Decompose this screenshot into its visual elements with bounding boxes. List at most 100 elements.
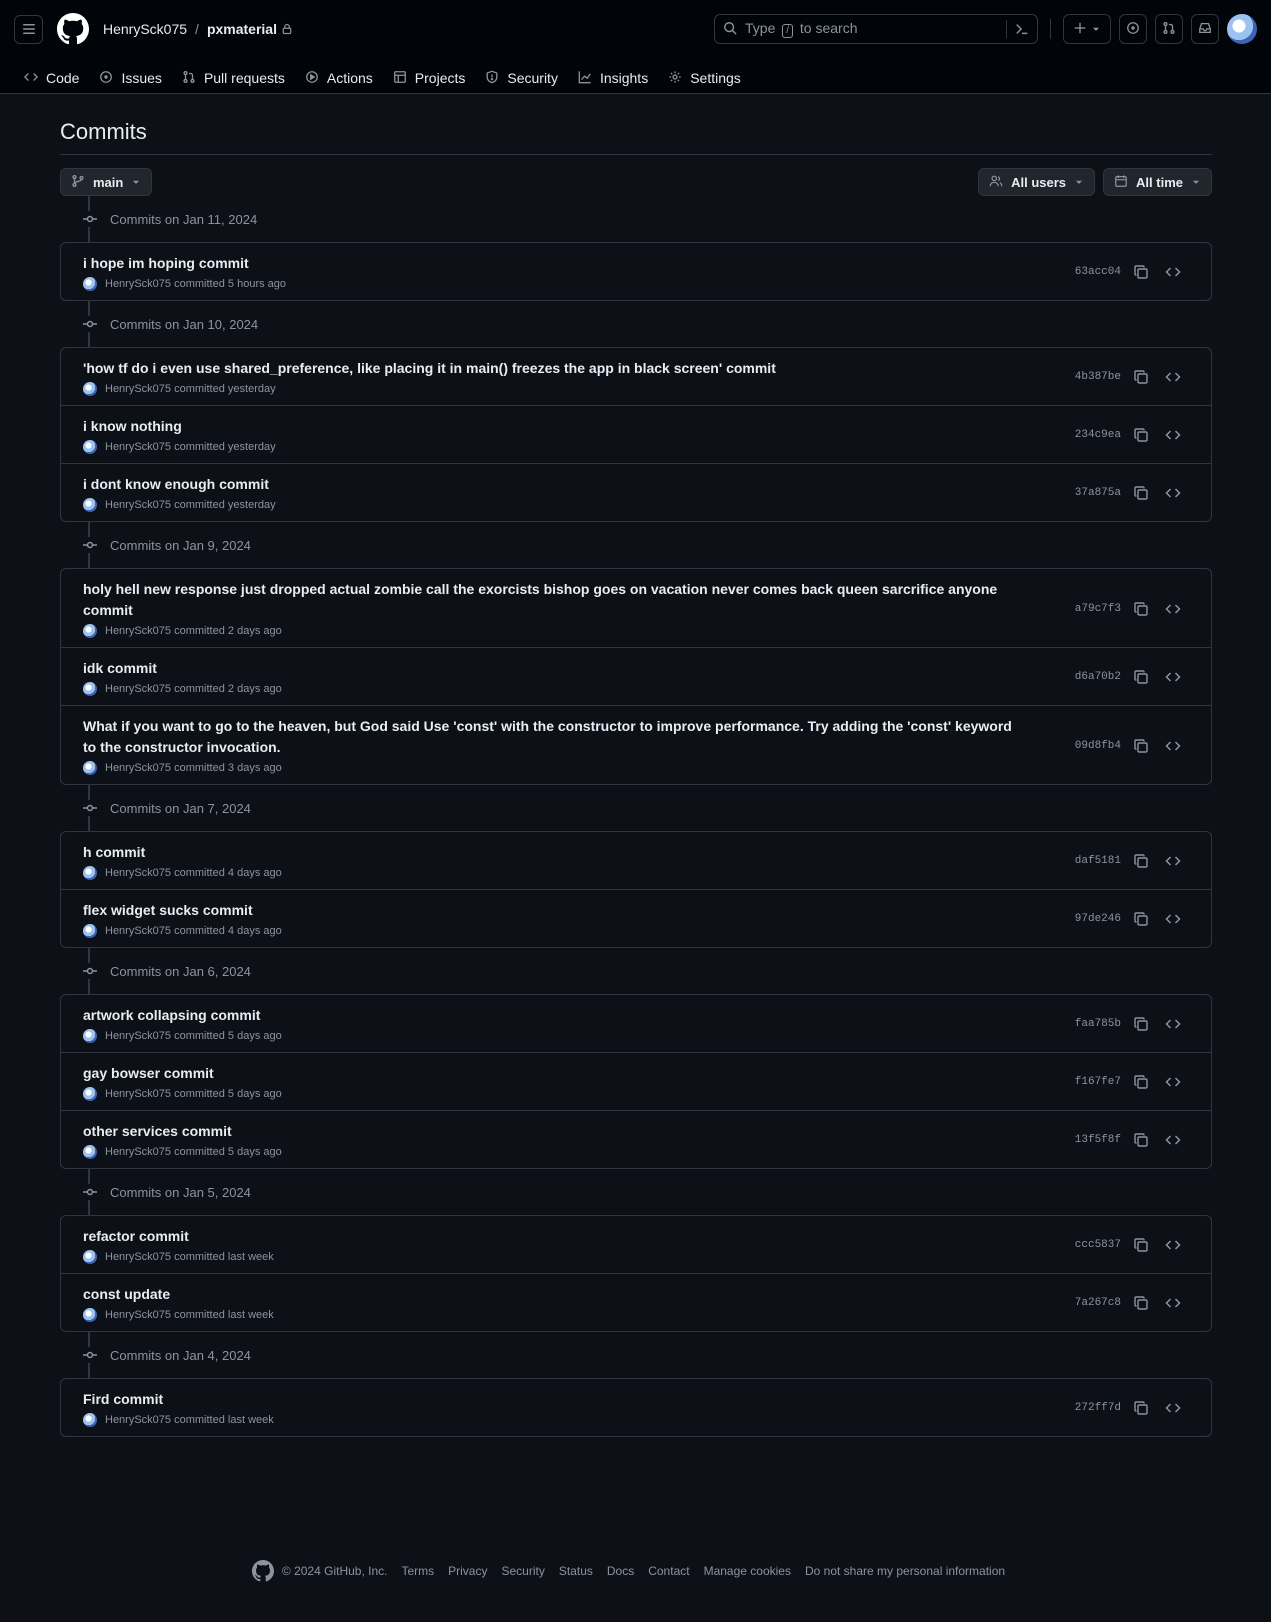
github-logo-icon[interactable] (251, 1560, 274, 1582)
author-link[interactable]: HenrySck075 (105, 1309, 171, 1321)
copy-icon[interactable] (1125, 427, 1157, 443)
browse-code-icon[interactable] (1157, 669, 1189, 685)
author-avatar[interactable] (83, 1145, 97, 1159)
menu-icon[interactable] (14, 14, 43, 44)
commit-title-link[interactable]: refactor commit (83, 1226, 1013, 1247)
tab-security[interactable]: Security (475, 62, 568, 94)
user-avatar[interactable] (1227, 14, 1257, 44)
copy-icon[interactable] (1125, 1237, 1157, 1253)
footer-link-do-not-share[interactable]: Do not share my personal information (805, 1564, 1005, 1578)
footer-link-manage-cookies[interactable]: Manage cookies (704, 1564, 791, 1578)
commit-sha-link[interactable]: a79c7f3 (1073, 603, 1121, 615)
commit-title-link[interactable]: gay bowser commit (83, 1063, 1013, 1084)
browse-code-icon[interactable] (1157, 1132, 1189, 1148)
copy-icon[interactable] (1125, 1132, 1157, 1148)
tab-projects[interactable]: Projects (383, 62, 476, 94)
commit-title-link[interactable]: i hope im hoping commit (83, 253, 1013, 274)
footer-link-terms[interactable]: Terms (401, 1564, 434, 1578)
author-link[interactable]: HenrySck075 (105, 499, 171, 511)
author-avatar[interactable] (83, 1413, 97, 1427)
author-link[interactable]: HenrySck075 (105, 1146, 171, 1158)
users-filter-button[interactable]: All users (978, 168, 1096, 196)
commit-sha-link[interactable]: faa785b (1073, 1018, 1121, 1030)
commit-title-link[interactable]: flex widget sucks commit (83, 900, 1013, 921)
author-avatar[interactable] (83, 866, 97, 880)
commit-title-link[interactable]: Fird commit (83, 1389, 1013, 1410)
browse-code-icon[interactable] (1157, 853, 1189, 869)
author-avatar[interactable] (83, 924, 97, 938)
copy-icon[interactable] (1125, 485, 1157, 501)
footer-link-status[interactable]: Status (559, 1564, 593, 1578)
author-link[interactable]: HenrySck075 (105, 1251, 171, 1263)
commit-title-link[interactable]: h commit (83, 842, 1013, 863)
copy-icon[interactable] (1125, 1295, 1157, 1311)
commit-title-link[interactable]: i dont know enough commit (83, 474, 1013, 495)
footer-link-docs[interactable]: Docs (607, 1564, 634, 1578)
author-link[interactable]: HenrySck075 (105, 441, 171, 453)
author-link[interactable]: HenrySck075 (105, 762, 171, 774)
browse-code-icon[interactable] (1157, 1295, 1189, 1311)
author-avatar[interactable] (83, 1308, 97, 1322)
commit-sha-link[interactable]: 7a267c8 (1073, 1297, 1121, 1309)
author-avatar[interactable] (83, 498, 97, 512)
tab-pull-requests[interactable]: Pull requests (172, 62, 295, 94)
browse-code-icon[interactable] (1157, 264, 1189, 280)
author-link[interactable]: HenrySck075 (105, 1088, 171, 1100)
footer-link-contact[interactable]: Contact (648, 1564, 689, 1578)
pull-requests-button[interactable] (1155, 14, 1183, 44)
commit-sha-link[interactable]: 13f5f8f (1073, 1134, 1121, 1146)
commit-sha-link[interactable]: ccc5837 (1073, 1239, 1121, 1251)
browse-code-icon[interactable] (1157, 1016, 1189, 1032)
commit-title-link[interactable]: idk commit (83, 658, 1013, 679)
tab-insights[interactable]: Insights (568, 62, 658, 94)
copy-icon[interactable] (1125, 264, 1157, 280)
copy-icon[interactable] (1125, 738, 1157, 754)
author-avatar[interactable] (83, 624, 97, 638)
commit-title-link[interactable]: holy hell new response just dropped actu… (83, 579, 1013, 621)
browse-code-icon[interactable] (1157, 427, 1189, 443)
browse-code-icon[interactable] (1157, 369, 1189, 385)
branch-select-button[interactable]: main (60, 168, 153, 196)
commit-sha-link[interactable]: 4b387be (1073, 371, 1121, 383)
author-avatar[interactable] (83, 1087, 97, 1101)
commit-title-link[interactable]: const update (83, 1284, 1013, 1305)
tab-issues[interactable]: Issues (89, 62, 171, 94)
author-link[interactable]: HenrySck075 (105, 867, 171, 879)
browse-code-icon[interactable] (1157, 1400, 1189, 1416)
commit-sha-link[interactable]: 234c9ea (1073, 429, 1121, 441)
copy-icon[interactable] (1125, 669, 1157, 685)
copy-icon[interactable] (1125, 601, 1157, 617)
github-logo-icon[interactable] (57, 13, 89, 45)
browse-code-icon[interactable] (1157, 485, 1189, 501)
browse-code-icon[interactable] (1157, 911, 1189, 927)
commit-sha-link[interactable]: 37a875a (1073, 487, 1121, 499)
repo-link[interactable]: pxmaterial (207, 21, 277, 37)
commit-sha-link[interactable]: 272ff7d (1073, 1402, 1121, 1414)
command-palette-icon[interactable] (1006, 20, 1029, 38)
commit-sha-link[interactable]: d6a70b2 (1073, 671, 1121, 683)
commit-sha-link[interactable]: 97de246 (1073, 913, 1121, 925)
search-input[interactable]: Type / to search (714, 14, 1038, 44)
commit-title-link[interactable]: other services commit (83, 1121, 1013, 1142)
author-avatar[interactable] (83, 761, 97, 775)
commit-title-link[interactable]: artwork collapsing commit (83, 1005, 1013, 1026)
owner-link[interactable]: HenrySck075 (103, 21, 187, 37)
author-avatar[interactable] (83, 1029, 97, 1043)
tab-code[interactable]: Code (14, 62, 89, 94)
copy-icon[interactable] (1125, 911, 1157, 927)
author-link[interactable]: HenrySck075 (105, 383, 171, 395)
tab-settings[interactable]: Settings (658, 62, 751, 94)
author-link[interactable]: HenrySck075 (105, 683, 171, 695)
commit-title-link[interactable]: i know nothing (83, 416, 1013, 437)
author-avatar[interactable] (83, 1250, 97, 1264)
copy-icon[interactable] (1125, 369, 1157, 385)
tab-actions[interactable]: Actions (295, 62, 383, 94)
time-filter-button[interactable]: All time (1103, 168, 1212, 196)
commit-sha-link[interactable]: 63acc04 (1073, 266, 1121, 278)
author-avatar[interactable] (83, 440, 97, 454)
copy-icon[interactable] (1125, 1074, 1157, 1090)
browse-code-icon[interactable] (1157, 1074, 1189, 1090)
author-link[interactable]: HenrySck075 (105, 625, 171, 637)
commit-title-link[interactable]: 'how tf do i even use shared_preference,… (83, 358, 1013, 379)
browse-code-icon[interactable] (1157, 601, 1189, 617)
